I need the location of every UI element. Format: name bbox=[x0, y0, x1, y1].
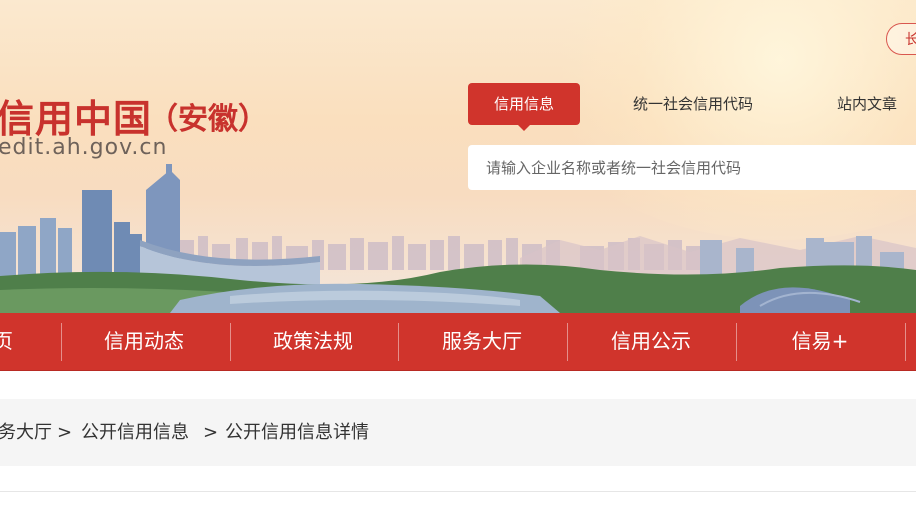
nav-divider bbox=[61, 323, 62, 361]
nav-divider bbox=[736, 323, 737, 361]
site-logo-region: （安徽） bbox=[148, 102, 268, 137]
breadcrumb-item-service-hall[interactable]: 务大厅 bbox=[0, 399, 52, 466]
content-divider bbox=[0, 491, 916, 492]
search-input[interactable] bbox=[468, 145, 916, 190]
nav-item-credit-disclosure[interactable]: 信用公示 bbox=[581, 313, 721, 370]
breadcrumb: 务大厅 > 公开信用信息 > 公开信用信息详情 bbox=[0, 399, 916, 466]
main-navigation: 页 信用动态 政策法规 服务大厅 信用公示 信易+ bbox=[0, 313, 916, 371]
nav-item-home[interactable]: 页 bbox=[0, 313, 20, 370]
nav-item-credit-news[interactable]: 信用动态 bbox=[74, 313, 214, 370]
header-banner: 信用中国 （安徽） edit.ah.gov.cn 长 信用信息 统一社会信用代码… bbox=[0, 0, 916, 313]
nav-item-service-hall[interactable]: 服务大厅 bbox=[412, 313, 552, 370]
breadcrumb-separator: > bbox=[57, 422, 73, 443]
nav-divider bbox=[905, 323, 906, 361]
nav-divider bbox=[567, 323, 568, 361]
search-tab-credit-code[interactable]: 统一社会信用代码 bbox=[633, 83, 753, 125]
site-logo-url: edit.ah.gov.cn bbox=[0, 135, 168, 160]
search-tab-site-articles[interactable]: 站内文章 bbox=[837, 83, 897, 125]
nav-divider bbox=[398, 323, 399, 361]
breadcrumb-separator: > bbox=[203, 422, 219, 443]
header-top-pill-button[interactable]: 长 bbox=[886, 23, 916, 55]
breadcrumb-item-detail: 公开信用信息详情 bbox=[225, 422, 369, 443]
nav-item-xinyi-plus[interactable]: 信易+ bbox=[750, 313, 890, 370]
nav-item-policies[interactable]: 政策法规 bbox=[243, 313, 383, 370]
nav-divider bbox=[230, 323, 231, 361]
breadcrumb-item-public-credit-info[interactable]: 公开信用信息 bbox=[81, 399, 189, 466]
search-tab-credit-info[interactable]: 信用信息 bbox=[468, 83, 580, 131]
